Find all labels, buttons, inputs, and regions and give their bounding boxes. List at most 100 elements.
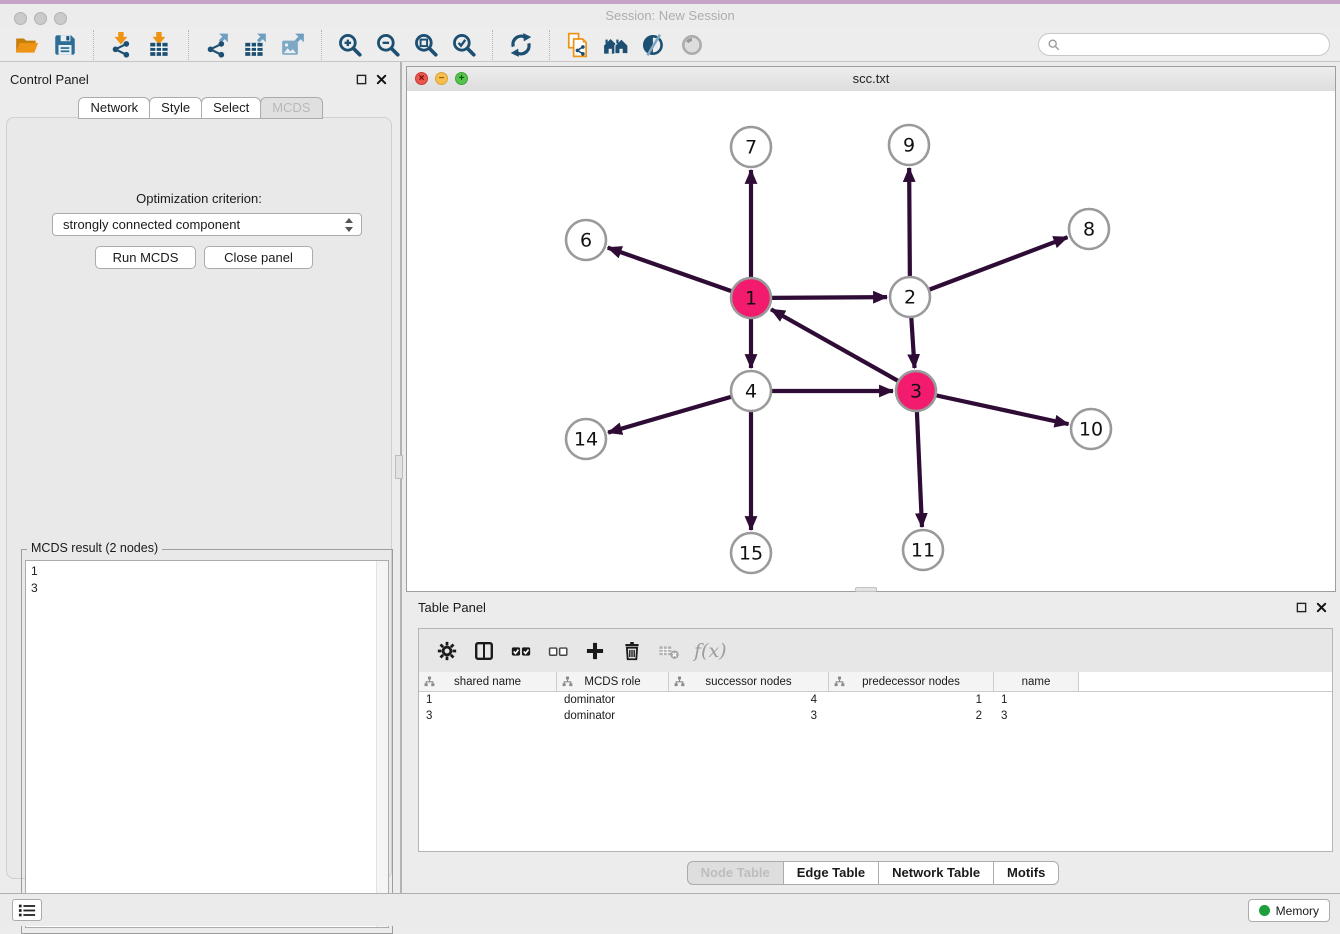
table-cell[interactable]: 2 (829, 708, 994, 724)
zoom-fit-button[interactable] (407, 29, 445, 61)
toolbar-separator (549, 30, 550, 60)
graph-node-14[interactable]: 14 (566, 419, 606, 459)
tab-select[interactable]: Select (201, 97, 261, 119)
horizontal-splitter-handle[interactable] (855, 587, 877, 592)
graph-node-8[interactable]: 8 (1069, 209, 1109, 249)
mcds-result-textarea[interactable]: 13 (25, 560, 389, 928)
import-network-button[interactable] (103, 29, 141, 61)
tab-network[interactable]: Network (78, 97, 150, 119)
table-cell[interactable]: dominator (557, 692, 669, 708)
home-button[interactable] (597, 29, 635, 61)
graph-edge-3-10[interactable] (936, 395, 1069, 424)
graph-edge-3-1[interactable] (771, 309, 899, 381)
memory-button[interactable]: Memory (1248, 899, 1330, 922)
table-cell[interactable]: 1 (829, 692, 994, 708)
table-cell[interactable]: 1 (419, 692, 557, 708)
export-table-button[interactable] (236, 29, 274, 61)
tab-node-table[interactable]: Node Table (687, 861, 784, 885)
refresh-button[interactable] (502, 29, 540, 61)
clone-network-button[interactable] (559, 29, 597, 61)
graph-edge-1-2[interactable] (771, 297, 887, 298)
close-table-panel-icon[interactable] (1315, 601, 1328, 614)
zoom-fit-icon (413, 32, 439, 58)
table-panel: Table Panel f(x) shared nameMCDS rolesuc… (405, 595, 1340, 888)
column-header-MCDS-role[interactable]: MCDS role (557, 672, 669, 691)
graph-edge-1-6[interactable] (608, 248, 732, 292)
optimization-criterion-select[interactable]: strongly connected component (52, 213, 362, 236)
svg-text:4: 4 (745, 381, 757, 403)
graph-node-3[interactable]: 3 (896, 371, 936, 411)
tab-mcds[interactable]: MCDS (260, 97, 322, 119)
graph-edge-2-9[interactable] (909, 168, 910, 277)
graph-node-6[interactable]: 6 (566, 220, 606, 260)
open-file-button[interactable] (8, 29, 46, 61)
float-panel-icon[interactable] (355, 73, 368, 86)
graph-edge-4-14[interactable] (608, 397, 732, 433)
delete-column-button[interactable] (616, 636, 648, 666)
refresh-icon (508, 32, 534, 58)
save-session-button[interactable] (46, 29, 84, 61)
table-cell[interactable]: dominator (557, 708, 669, 724)
table-cell[interactable]: 4 (669, 692, 829, 708)
table-row[interactable]: 3dominator323 (419, 708, 1332, 724)
search-box[interactable] (1038, 33, 1330, 56)
tab-edge-table[interactable]: Edge Table (783, 861, 879, 885)
table-row[interactable]: 1dominator411 (419, 692, 1332, 708)
run-mcds-button[interactable]: Run MCDS (95, 246, 196, 269)
close-panel-icon[interactable] (375, 73, 388, 86)
show-graphics-details-button[interactable] (673, 29, 711, 61)
graph-node-4[interactable]: 4 (731, 371, 771, 411)
function-builder-button[interactable]: f(x) (694, 640, 727, 662)
column-header-name[interactable]: name (994, 672, 1079, 691)
graph-node-1[interactable]: 1 (731, 278, 771, 318)
svg-text:3: 3 (910, 381, 922, 403)
result-scrollbar[interactable] (376, 561, 388, 927)
settings-button[interactable] (431, 636, 463, 666)
task-history-button[interactable] (12, 899, 42, 921)
table-cell[interactable]: 3 (994, 708, 1079, 724)
control-panel-title: Control Panel (10, 72, 89, 87)
table-cell[interactable]: 3 (419, 708, 557, 724)
select-all-columns-button[interactable] (505, 636, 537, 666)
hide-graphics-details-button[interactable] (635, 29, 673, 61)
add-column-button[interactable] (579, 636, 611, 666)
zoom-selected-button[interactable] (445, 29, 483, 61)
search-input[interactable] (1065, 37, 1329, 53)
main-toolbar (0, 28, 1340, 62)
graph-node-15[interactable]: 15 (731, 533, 771, 573)
zoom-in-button[interactable] (331, 29, 369, 61)
delete-table-button[interactable] (653, 636, 685, 666)
graph-edge-2-8[interactable] (929, 237, 1068, 290)
export-image-button[interactable] (274, 29, 312, 61)
vertical-splitter-handle[interactable] (395, 455, 403, 479)
close-panel-button[interactable]: Close panel (204, 246, 313, 269)
import-table-button[interactable] (141, 29, 179, 61)
tab-network-table[interactable]: Network Table (878, 861, 994, 885)
table-cell[interactable]: 3 (669, 708, 829, 724)
network-canvas[interactable]: 7 9 6 8 1 2 4 3 14 10 15 11 (407, 91, 1335, 591)
graph-node-2[interactable]: 2 (890, 277, 930, 317)
export-network-button[interactable] (198, 29, 236, 61)
graph-node-11[interactable]: 11 (903, 530, 943, 570)
graph-node-7[interactable]: 7 (731, 127, 771, 167)
network-graph[interactable]: 7 9 6 8 1 2 4 3 14 10 15 11 (407, 91, 1335, 591)
control-panel-tabs: NetworkStyleSelectMCDS (0, 97, 400, 118)
mcds-result-line: 3 (31, 580, 388, 597)
tab-style[interactable]: Style (149, 97, 202, 119)
graph-edge-2-3[interactable] (911, 317, 914, 368)
column-header-predecessor-nodes[interactable]: predecessor nodes (829, 672, 994, 691)
zoom-out-button[interactable] (369, 29, 407, 61)
deselect-all-columns-button[interactable] (542, 636, 574, 666)
graph-node-10[interactable]: 10 (1071, 409, 1111, 449)
graph-node-9[interactable]: 9 (889, 125, 929, 165)
table-cell[interactable]: 1 (994, 692, 1079, 708)
column-header-successor-nodes[interactable]: successor nodes (669, 672, 829, 691)
tab-motifs[interactable]: Motifs (993, 861, 1059, 885)
delete-column-icon (621, 640, 643, 662)
float-table-panel-icon[interactable] (1295, 601, 1308, 614)
column-header-shared-name[interactable]: shared name (419, 672, 557, 691)
split-view-button[interactable] (468, 636, 500, 666)
node-table[interactable]: shared nameMCDS rolesuccessor nodesprede… (419, 672, 1332, 851)
graph-edge-3-11[interactable] (917, 411, 922, 527)
window-title: Session: New Session (0, 8, 1340, 23)
